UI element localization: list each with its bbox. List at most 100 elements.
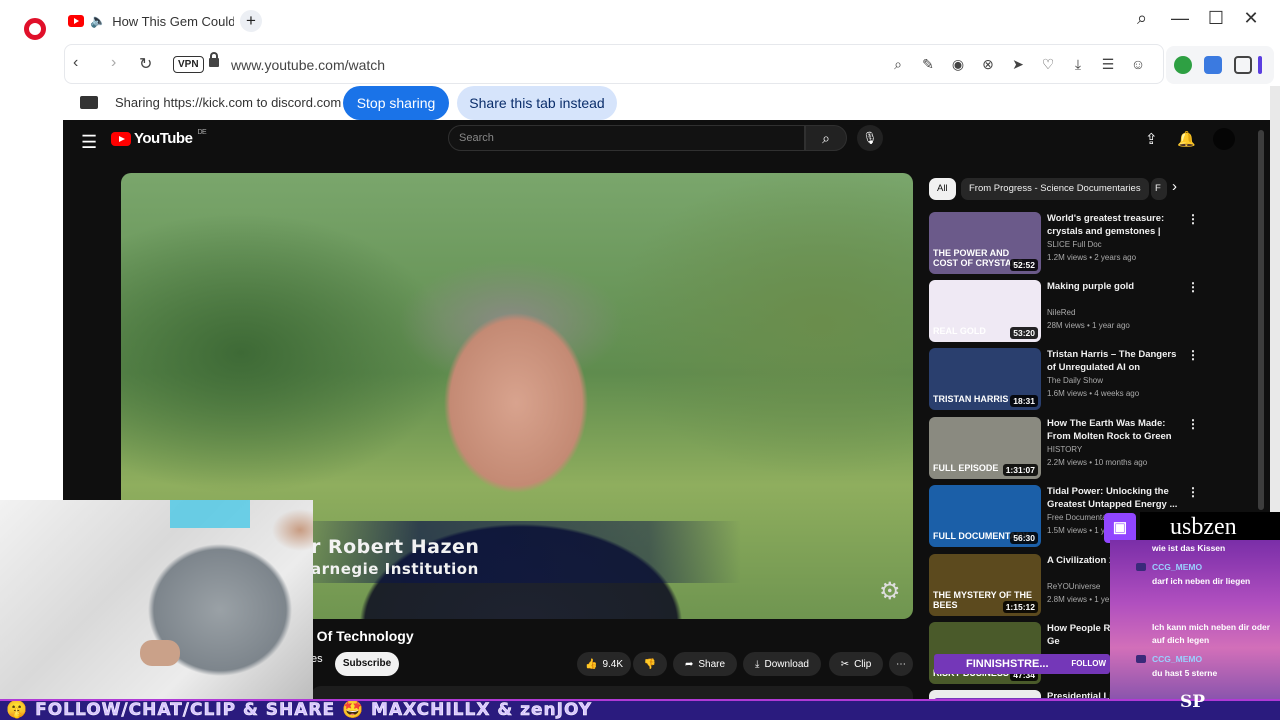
- send-icon[interactable]: ➤: [1009, 56, 1027, 73]
- search-button[interactable]: ⌕: [805, 125, 847, 151]
- minimize-icon[interactable]: —: [1168, 8, 1192, 29]
- download-button[interactable]: ⤓ Download: [743, 652, 821, 676]
- adblock-icon[interactable]: ⊗: [979, 56, 997, 73]
- more-vert-icon[interactable]: ⋮: [1187, 212, 1199, 226]
- thumbs-up-icon: 👍: [584, 658, 598, 670]
- extensions-cube-icon[interactable]: [1234, 56, 1252, 74]
- chat-message: darf ich neben dir liegen: [1152, 576, 1251, 586]
- more-vert-icon[interactable]: ⋮: [1187, 348, 1199, 362]
- dislike-button[interactable]: 👎: [633, 652, 667, 676]
- speaker-icon[interactable]: 🔈: [90, 13, 106, 29]
- recommended-title[interactable]: How The Earth Was Made: From Molten Rock…: [1047, 417, 1185, 443]
- youtube-logo[interactable]: YouTube DE: [111, 129, 207, 147]
- video-thumbnail[interactable]: RISKY BUSINESS47:34: [929, 622, 1041, 684]
- recommended-meta: 2.8M views • 1 ye: [1047, 595, 1110, 604]
- scrollbar[interactable]: [1258, 130, 1264, 510]
- vpn-badge[interactable]: VPN: [173, 56, 204, 73]
- lock-icon[interactable]: [209, 52, 219, 67]
- easy-setup-icon[interactable]: ☰: [1099, 56, 1117, 73]
- browser-tab-youtube[interactable]: 🔈 How This Gem Could E: [64, 6, 234, 36]
- new-tab-button[interactable]: +: [240, 10, 262, 32]
- video-thumbnail[interactable]: THE POWER AND COST OF CRYSTALS 52:52: [929, 212, 1041, 274]
- profile-icon[interactable]: ☺: [1129, 56, 1147, 72]
- video-duration: 56:30: [1010, 532, 1038, 544]
- recommended-channel[interactable]: NileRed: [1047, 308, 1075, 317]
- scissors-icon: ✂: [840, 658, 850, 670]
- more-actions-button[interactable]: ⋯: [889, 652, 913, 676]
- video-thumbnail[interactable]: REAL GOLD 53:20: [929, 280, 1041, 342]
- clip-label: Clip: [854, 658, 872, 670]
- video-duration: 18:31: [1010, 395, 1038, 407]
- recommended-channel[interactable]: Free Documenta: [1047, 513, 1107, 522]
- avatar[interactable]: [1213, 128, 1235, 150]
- video-thumbnail[interactable]: FULL DOCUMENTARY 56:30: [929, 485, 1041, 547]
- maximize-icon[interactable]: ☐: [1204, 8, 1228, 29]
- download-arrow-icon: ⤓: [755, 658, 760, 670]
- video-thumbnail[interactable]: THE MYSTERY OF THE BEES 1:15:12: [929, 554, 1041, 616]
- sidebar-toggle-icon[interactable]: [1258, 56, 1262, 74]
- share-button[interactable]: ➦ Share: [673, 652, 737, 676]
- recommended-title[interactable]: Tidal Power: Unlocking the Greatest Unta…: [1047, 485, 1185, 511]
- recommended-video[interactable]: REAL GOLD 53:20 Making purple gold NileRed 2…: [929, 280, 1199, 342]
- url-field[interactable]: www.youtube.com/watch: [231, 57, 385, 73]
- back-icon[interactable]: ‹: [73, 54, 78, 72]
- recommended-title[interactable]: Making purple gold: [1047, 280, 1185, 293]
- webcam-hand: [140, 640, 180, 666]
- chip-all[interactable]: All: [929, 178, 956, 200]
- extensions-area: [1166, 46, 1274, 84]
- translate-icon[interactable]: [1204, 56, 1222, 74]
- recommended-channel[interactable]: HISTORY: [1047, 445, 1082, 454]
- subscribe-button[interactable]: Subscribe: [335, 652, 399, 676]
- recommended-meta: 1.6M views • 4 weeks ago: [1047, 389, 1140, 398]
- recommended-meta: 28M views • 1 year ago: [1047, 321, 1130, 330]
- more-vert-icon[interactable]: ⋮: [1187, 485, 1199, 499]
- more-vert-icon[interactable]: ⋮: [1187, 417, 1199, 431]
- chip-from-progress[interactable]: From Progress - Science Documentaries: [961, 178, 1149, 200]
- edit-icon[interactable]: ✎: [919, 56, 937, 73]
- browser-titlebar: 🔈 How This Gem Could E + ⌕ — ☐ ✕: [64, 0, 1280, 42]
- youtube-favicon-icon: [68, 15, 84, 27]
- recommended-channel[interactable]: SLICE Full Doc: [1047, 240, 1102, 249]
- more-icon: ⋯: [896, 658, 906, 670]
- forward-icon[interactable]: ›: [111, 54, 116, 72]
- youtube-search-input[interactable]: Search: [448, 125, 805, 151]
- reload-icon[interactable]: ↻: [139, 54, 152, 74]
- video-thumbnail[interactable]: TRISTAN HARRIS 18:31: [929, 348, 1041, 410]
- camera-icon[interactable]: ◉: [949, 56, 967, 73]
- recommended-video[interactable]: FULL EPISODE 1:31:07 How The Earth Was Mad…: [929, 417, 1199, 479]
- recommended-meta: 1.5M views • 1 y: [1047, 526, 1105, 535]
- like-button[interactable]: 👍 9.4K: [577, 652, 631, 676]
- chip-more[interactable]: F: [1151, 178, 1167, 200]
- lower-third-name: r Robert Hazen: [311, 536, 480, 558]
- screen-share-icon: [80, 96, 98, 109]
- recommended-video[interactable]: TRISTAN HARRIS 18:31 Tristan Harris – The …: [929, 348, 1199, 410]
- clip-button[interactable]: ✂ Clip: [829, 652, 883, 676]
- more-vert-icon[interactable]: ⋮: [1187, 280, 1199, 294]
- upload-icon[interactable]: ⇪: [1145, 130, 1158, 148]
- video-thumbnail[interactable]: FULL EPISODE 1:31:07: [929, 417, 1041, 479]
- voice-search-icon[interactable]: 🎙: [857, 125, 883, 151]
- recommended-channel[interactable]: ReYOUniverse: [1047, 582, 1100, 591]
- video-duration: 52:52: [1010, 259, 1038, 271]
- settings-gear-icon[interactable]: ⚙: [879, 577, 901, 606]
- page-search-icon[interactable]: ⌕: [889, 56, 907, 73]
- extension-chat-icon[interactable]: [1174, 56, 1192, 74]
- opera-logo-icon[interactable]: [24, 18, 46, 40]
- heart-icon[interactable]: ♡: [1039, 56, 1057, 73]
- hamburger-menu-icon[interactable]: ☰: [81, 132, 97, 153]
- youtube-play-icon: [111, 131, 131, 146]
- notifications-icon[interactable]: 🔔: [1177, 130, 1196, 148]
- recommended-title[interactable]: Tristan Harris – The Dangers of Unregula…: [1047, 348, 1185, 374]
- download-icon[interactable]: ⤓: [1069, 56, 1087, 73]
- thumbs-down-icon: 👎: [643, 658, 657, 670]
- recommended-meta: 2.2M views • 10 months ago: [1047, 458, 1148, 467]
- chevron-right-icon[interactable]: ›: [1172, 178, 1177, 195]
- streamer-webcam: [0, 500, 313, 700]
- share-this-tab-button[interactable]: Share this tab instead: [457, 86, 617, 120]
- recommended-title[interactable]: World's greatest treasure: crystals and …: [1047, 212, 1185, 238]
- close-window-icon[interactable]: ✕: [1239, 8, 1263, 29]
- recommended-video[interactable]: THE POWER AND COST OF CRYSTALS 52:52 World…: [929, 212, 1199, 274]
- stop-sharing-button[interactable]: Stop sharing: [343, 86, 449, 120]
- tab-search-icon[interactable]: ⌕: [1130, 8, 1154, 29]
- recommended-channel[interactable]: The Daily Show: [1047, 376, 1103, 385]
